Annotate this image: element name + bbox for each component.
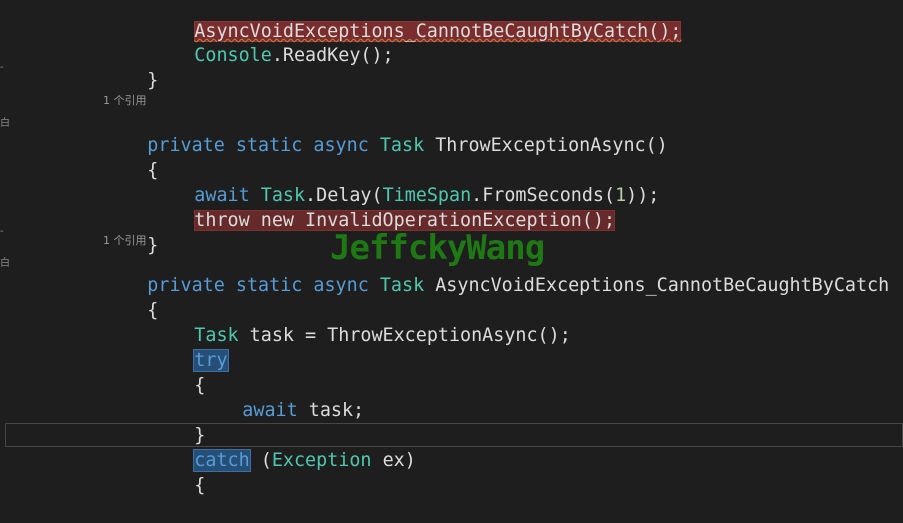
brace: } <box>147 70 159 91</box>
code-line-current[interactable]: catch (Exception ex) <box>0 423 416 472</box>
keyword-throw: throw <box>194 210 250 231</box>
code-line: await Task.Delay(TimeSpan.FromSeconds(1)… <box>0 158 659 206</box>
keyword: static <box>235 135 303 156</box>
code-line-highlighted: throw new InvalidOperationException(); <box>0 183 616 231</box>
type-name: Task <box>379 275 425 296</box>
code-line: { <box>0 133 158 181</box>
keyword-new: new <box>260 210 294 231</box>
code-line: { <box>0 273 158 321</box>
keyword: async <box>313 135 369 156</box>
brace: { <box>194 475 206 496</box>
code-text: ex) <box>382 450 416 471</box>
code-line: } <box>0 43 158 91</box>
reference-codelens[interactable]: 1 个引用 <box>103 232 147 248</box>
keyword: async <box>313 275 369 296</box>
keyword: await <box>242 400 298 421</box>
type-name: Exception <box>271 450 372 471</box>
keyword: private <box>147 275 225 296</box>
method-name: ThrowExceptionAsync() <box>435 135 668 156</box>
code-line: private static async Task ThrowException… <box>0 108 667 156</box>
type-name: Task <box>379 135 425 156</box>
code-line: try <box>0 323 229 372</box>
code-line: Console.ReadKey(); <box>0 18 393 66</box>
watermark-text: JeffckyWang <box>330 228 545 268</box>
keyword: private <box>147 135 225 156</box>
type-name: Console <box>194 45 272 66</box>
reference-codelens[interactable]: 1 个引用 <box>103 92 147 108</box>
code-line: { <box>0 448 205 496</box>
code-text: task; <box>308 400 365 421</box>
gutter-marker: - <box>0 226 4 237</box>
code-text: )); <box>626 185 660 206</box>
gutter-marker: - <box>0 62 4 73</box>
code-line: { <box>0 348 205 396</box>
keyword: static <box>235 275 303 296</box>
number-literal: 1 <box>615 185 627 206</box>
code-text: .ReadKey(); <box>271 45 394 66</box>
code-line: AsyncVoidExceptions_CannotBeCaughtByCatc… <box>0 0 682 42</box>
code-line: } <box>0 208 158 256</box>
code-text: ( <box>260 450 272 471</box>
code-text: task = ThrowExceptionAsync(); <box>249 325 571 346</box>
code-line: await task; <box>0 373 364 421</box>
code-line: Task task = ThrowExceptionAsync(); <box>0 298 570 346</box>
code-editor[interactable]: AsyncVoidExceptions_CannotBeCaughtByCatc… <box>0 0 903 497</box>
method-name: AsyncVoidExceptions_CannotBeCaughtByCatc… <box>435 275 890 296</box>
code-line: } <box>0 398 205 446</box>
